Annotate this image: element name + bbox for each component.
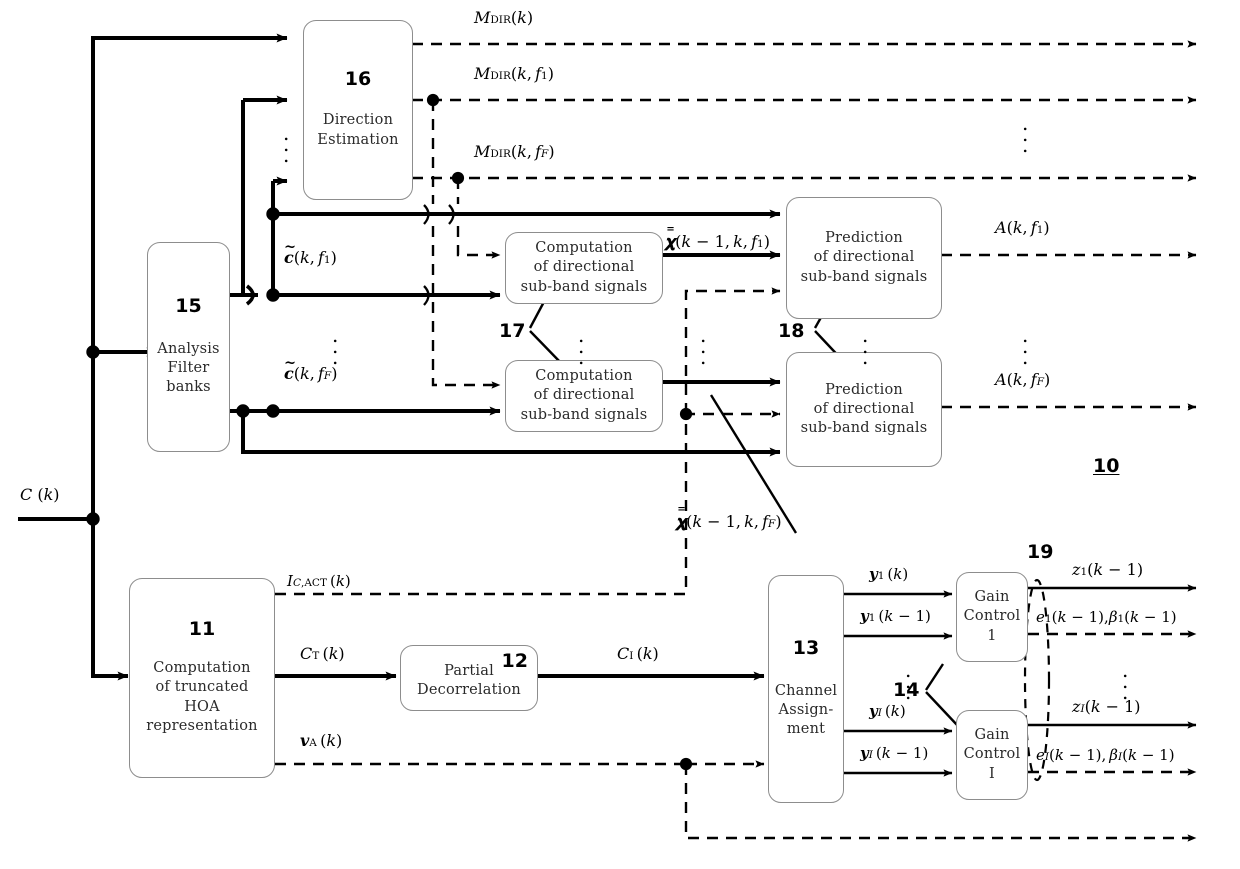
label-zI: zI(k − 1) — [1072, 697, 1141, 716]
label-input-c: C (k) — [20, 485, 60, 504]
label-y1-km1: y1 (k − 1) — [860, 607, 931, 625]
label-v-a: vA (k) — [300, 731, 343, 750]
vdots-channel-outputs: ... — [905, 658, 912, 704]
block-16-line-1: Direction — [322, 112, 394, 129]
block-11-number: 11 — [188, 617, 216, 640]
vdots-block17-column: ... — [578, 323, 585, 369]
block-15-line-2: Filter — [167, 359, 210, 376]
block-16-number: 16 — [344, 68, 372, 91]
block-11-line-2: of truncated — [155, 679, 249, 696]
label-z1: z1(k − 1) — [1072, 560, 1144, 579]
block-13-line-3: ment — [786, 721, 826, 738]
block-17b-line-3: sub-band signals — [520, 406, 648, 423]
block-15-line-1: Analysis — [157, 340, 220, 357]
block-13-line-2: Assign- — [778, 701, 834, 718]
block-17a-line-2: of directional — [533, 259, 635, 276]
block-18-prediction-directional-subband-top[interactable]: Prediction of directional sub-band signa… — [786, 197, 942, 319]
refnum-17: 17 — [499, 320, 526, 342]
block-14b-line-3: I — [989, 765, 995, 782]
patent-block-diagram: 15 Analysis Filter banks 16 Direction Es… — [0, 0, 1240, 869]
label-y1-k: y1 (k) — [869, 565, 909, 583]
block-11-line-3: HOA — [184, 698, 220, 715]
label-a-k-f1: A(k, f1) — [995, 218, 1050, 237]
label-c-i: CI (k) — [617, 644, 659, 663]
label-ctilde-f1: c(k, f1) — [284, 238, 337, 267]
label-mdir-k-fF: MDIR(k, fF) — [474, 142, 555, 161]
block-15-line-3: banks — [166, 379, 211, 396]
label-ctilde-fF: c(k, fF) — [284, 354, 337, 383]
block-12-partial-decorrelation[interactable]: 12 Partial Decorrelation — [400, 645, 538, 711]
block-14-gain-control-I[interactable]: Gain Control I — [956, 710, 1028, 800]
vdots-z-outputs: ... — [1122, 658, 1129, 704]
label-c-t: CT (k) — [300, 644, 345, 663]
block-14a-line-2: Control — [963, 608, 1021, 625]
label-e1-beta1: e1(k − 1),β1(k − 1) — [1036, 608, 1177, 626]
block-18b-line-3: sub-band signals — [800, 420, 928, 437]
label-yI-k: yI (k) — [869, 702, 906, 720]
block-12-number: 12 — [501, 650, 528, 672]
block-15-number: 15 — [175, 294, 202, 317]
block-16-line-2: Estimation — [317, 131, 399, 148]
vdots-dashed-column: ... — [700, 323, 707, 369]
block-14-gain-control-1[interactable]: Gain Control 1 — [956, 572, 1028, 662]
block-17b-line-1: Computation — [535, 368, 633, 385]
block-17a-line-1: Computation — [535, 240, 633, 257]
vdots-filterbank-outputs: ... — [332, 323, 339, 369]
block-16-direction-estimation[interactable]: 16 Direction Estimation — [303, 20, 413, 200]
block-18a-line-3: sub-band signals — [800, 268, 928, 285]
block-14b-line-2: Control — [963, 746, 1021, 763]
block-18b-line-1: Prediction — [825, 381, 903, 398]
label-xbar-fF: 𝛘(k − 1, k, fF) — [676, 504, 782, 532]
block-13-channel-assignment[interactable]: 13 Channel Assign- ment — [768, 575, 844, 803]
block-13-line-1: Channel — [774, 682, 838, 699]
block-17b-line-2: of directional — [533, 387, 635, 404]
block-15-analysis-filter-banks[interactable]: 15 Analysis Filter banks — [147, 242, 230, 452]
block-14a-line-1: Gain — [974, 589, 1010, 606]
vdots-direst-inputs: ... — [283, 121, 290, 167]
block-11-truncated-hoa-representation[interactable]: 11 Computation of truncated HOA represen… — [129, 578, 275, 778]
block-18a-line-1: Prediction — [825, 230, 903, 247]
block-13-number: 13 — [792, 636, 820, 659]
figure-reference-10: 10 — [1093, 455, 1120, 477]
label-eI-betaI: eI(k − 1), βI(k − 1) — [1036, 746, 1175, 764]
block-11-line-4: representation — [146, 717, 258, 734]
block-17-computation-directional-subband-top[interactable]: Computation of directional sub-band sign… — [505, 232, 663, 304]
label-a-k-fF: A(k, fF) — [995, 370, 1051, 389]
block-14a-line-3: 1 — [987, 627, 997, 644]
label-i-c-act: IC,ACT (k) — [287, 572, 351, 590]
block-18-prediction-directional-subband-bottom[interactable]: Prediction of directional sub-band signa… — [786, 352, 942, 467]
vdots-block18-column: ... — [862, 323, 869, 369]
block-17a-line-3: sub-band signals — [520, 278, 648, 295]
label-xbar-f1: 𝛘(k − 1, k, f1) — [665, 224, 770, 252]
refnum-18: 18 — [778, 320, 805, 342]
block-12-line-2: Decorrelation — [417, 682, 521, 698]
label-mdir-k-f1: MDIR(k, f1) — [474, 64, 554, 83]
refnum-19: 19 — [1027, 541, 1054, 563]
label-yI-km1: yI (k − 1) — [860, 744, 929, 762]
block-18b-line-2: of directional — [813, 400, 915, 417]
block-18a-line-2: of directional — [813, 249, 915, 266]
block-17-computation-directional-subband-bottom[interactable]: Computation of directional sub-band sign… — [505, 360, 663, 432]
vdots-mdir-outputs: ... — [1022, 111, 1029, 157]
vdots-a-outputs: ... — [1022, 323, 1029, 369]
block-11-line-1: Computation — [153, 659, 251, 676]
block-14b-line-1: Gain — [974, 727, 1010, 744]
label-mdir-k: MDIR(k) — [474, 8, 534, 27]
